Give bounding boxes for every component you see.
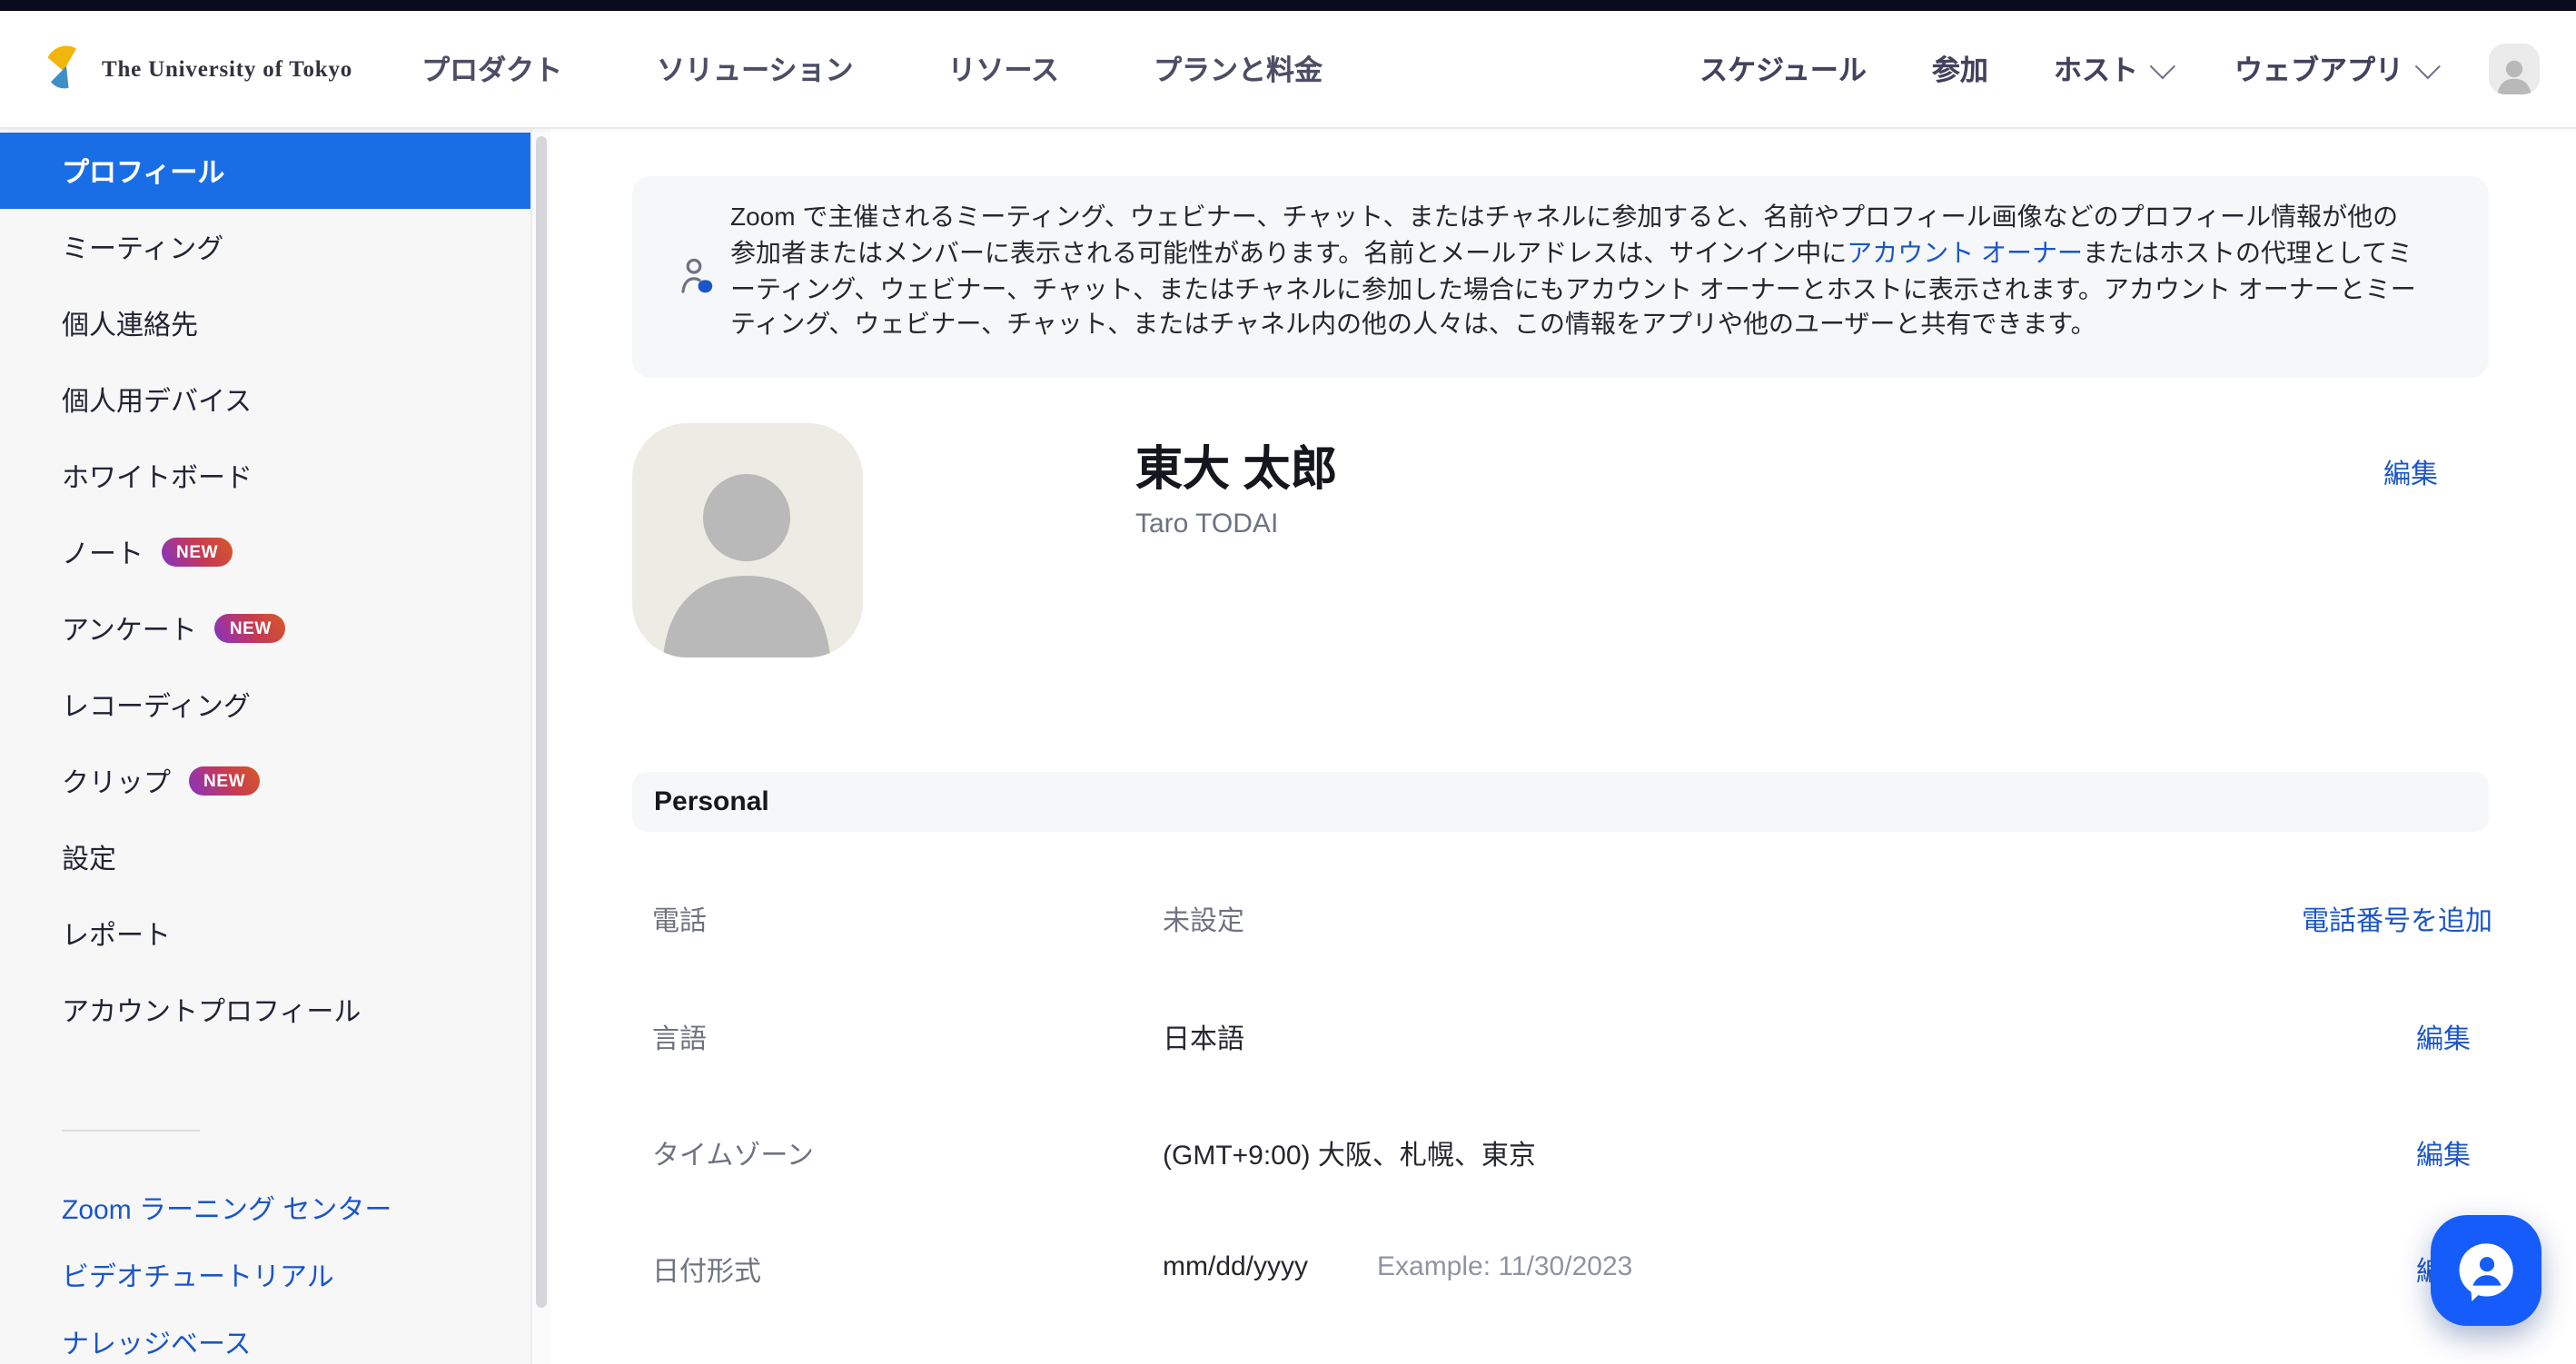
new-badge: NEW xyxy=(215,614,286,643)
person-privacy-icon xyxy=(679,256,716,296)
date-format-example: Example: 11/30/2023 xyxy=(1377,1251,1632,1282)
profile-picture[interactable] xyxy=(632,423,863,657)
sidebar-item-personal-devices[interactable]: 個人用デバイス xyxy=(0,361,530,438)
site-header: The University of Tokyo プロダクト ソリューション リソ… xyxy=(0,11,2576,129)
table-row-timezone: タイムゾーン (GMT+9:00) 大阪、札幌、東京 編集 xyxy=(632,1135,2489,1175)
profile-edit-button[interactable]: 編集 xyxy=(2383,454,2438,492)
user-avatar[interactable] xyxy=(2489,44,2540,94)
nav-products[interactable]: プロダクト xyxy=(421,49,562,89)
personal-section-header: Personal xyxy=(632,772,2489,832)
support-chat-icon xyxy=(2453,1238,2519,1303)
nav-join[interactable]: 参加 xyxy=(1932,49,1988,89)
row-value: 未設定 xyxy=(1163,901,1244,939)
top-dark-strip xyxy=(0,0,2576,11)
row-label: タイムゾーン xyxy=(652,1135,814,1173)
sidebar-scrollbar-thumb[interactable] xyxy=(536,136,547,1308)
sidebar-item-label: 設定 xyxy=(62,838,116,876)
link-video-tutorials[interactable]: ビデオチュートリアル xyxy=(62,1257,334,1297)
row-label: 言語 xyxy=(652,1019,707,1057)
sidebar-item-notes[interactable]: ノート NEW xyxy=(0,514,530,590)
logo-text: The University of Tokyo xyxy=(102,55,352,83)
language-edit-button[interactable]: 編集 xyxy=(2416,1019,2471,1057)
account-owner-link[interactable]: アカウント オーナー xyxy=(1847,238,2083,267)
new-badge: NEW xyxy=(162,538,233,567)
sidebar-item-label: ホワイトボード xyxy=(62,457,253,495)
chevron-down-icon xyxy=(2150,54,2175,79)
sidebar-item-label: アカウントプロフィール xyxy=(62,991,361,1029)
profile-romanized-name: Taro TODAI xyxy=(1135,509,1278,539)
sidebar-item-label: ミーティング xyxy=(62,228,223,266)
university-of-tokyo-logo[interactable]: The University of Tokyo xyxy=(42,45,352,93)
sidebar-item-label: プロフィール xyxy=(62,152,224,190)
row-value: 日本語 xyxy=(1163,1019,1244,1057)
row-value: mm/dd/yyyy xyxy=(1163,1251,1308,1282)
sidebar-item-surveys[interactable]: アンケート NEW xyxy=(0,590,530,667)
sidebar-item-clips[interactable]: クリップ NEW xyxy=(0,743,530,819)
account-nav: スケジュール 参加 ホスト ウェブアプリ xyxy=(1699,49,2434,89)
sidebar-item-profile[interactable]: プロフィール xyxy=(0,133,530,209)
primary-nav: プロダクト ソリューション リソース プランと料金 xyxy=(421,49,1323,89)
nav-web-app[interactable]: ウェブアプリ xyxy=(2234,49,2434,89)
profile-display-name: 東大 太郎 xyxy=(1135,432,1337,499)
sidebar-item-label: クリップ xyxy=(62,762,171,800)
sidebar-item-reports[interactable]: レポート xyxy=(0,895,530,972)
table-row-language: 言語 日本語 編集 xyxy=(632,1019,2489,1059)
nav-solutions[interactable]: ソリューション xyxy=(657,49,853,89)
sidebar-item-account-profile[interactable]: アカウントプロフィール xyxy=(0,972,530,1048)
nav-host-label: ホスト xyxy=(2054,49,2138,89)
chevron-down-icon xyxy=(2415,54,2441,79)
nav-host[interactable]: ホスト xyxy=(2054,49,2169,89)
table-row-date-format: 日付形式 mm/dd/yyyy Example: 11/30/2023 編集 xyxy=(632,1251,2489,1291)
link-knowledge-base[interactable]: ナレッジベース xyxy=(62,1324,252,1364)
sidebar-item-meetings[interactable]: ミーティング xyxy=(0,209,530,285)
new-badge: NEW xyxy=(189,766,260,796)
ginkgo-leaf-icon xyxy=(42,45,89,93)
timezone-edit-button[interactable]: 編集 xyxy=(2416,1135,2471,1173)
sidebar-item-recordings[interactable]: レコーディング xyxy=(0,667,530,743)
sidebar-item-label: ノート xyxy=(62,533,144,571)
nav-plans-pricing[interactable]: プランと料金 xyxy=(1154,49,1323,89)
privacy-info-panel: Zoom で主催されるミーティング、ウェビナー、チャット、またはチャネルに参加す… xyxy=(632,176,2489,378)
sidebar-item-settings[interactable]: 設定 xyxy=(0,819,530,895)
row-label: 電話 xyxy=(652,901,707,939)
sidebar-item-personal-contacts[interactable]: 個人連絡先 xyxy=(0,285,530,361)
sidebar-divider xyxy=(62,1130,200,1132)
nav-web-app-label: ウェブアプリ xyxy=(2234,49,2403,89)
privacy-info-text: Zoom で主催されるミーティング、ウェビナー、チャット、またはチャネルに参加す… xyxy=(730,200,2416,343)
personal-section-title: Personal xyxy=(654,786,769,817)
sidebar-item-label: 個人連絡先 xyxy=(62,304,198,342)
support-chat-button[interactable] xyxy=(2431,1215,2541,1326)
person-silhouette-icon xyxy=(632,423,863,657)
sidebar-item-label: アンケート xyxy=(62,609,197,647)
row-label: 日付形式 xyxy=(652,1251,761,1290)
row-value: (GMT+9:00) 大阪、札幌、東京 xyxy=(1163,1135,1536,1173)
table-row-phone: 電話 未設定 電話番号を追加 xyxy=(632,901,2489,941)
add-phone-number-button[interactable]: 電話番号を追加 xyxy=(2302,901,2492,939)
nav-resources[interactable]: リソース xyxy=(948,49,1059,89)
link-zoom-learning-center[interactable]: Zoom ラーニング センター xyxy=(62,1190,391,1230)
nav-schedule[interactable]: スケジュール xyxy=(1699,49,1867,89)
zoom-profile-page: The University of Tokyo プロダクト ソリューション リソ… xyxy=(0,0,2576,1364)
sidebar-item-label: 個人用デバイス xyxy=(62,381,252,419)
sidebar-item-whiteboard[interactable]: ホワイトボード xyxy=(0,438,530,514)
settings-sidebar: プロフィール ミーティング 個人連絡先 個人用デバイス ホワイトボード ノート … xyxy=(0,129,530,1364)
person-silhouette-icon xyxy=(2492,54,2536,94)
sidebar-item-label: レポート xyxy=(62,914,171,953)
sidebar-item-label: レコーディング xyxy=(62,686,251,724)
